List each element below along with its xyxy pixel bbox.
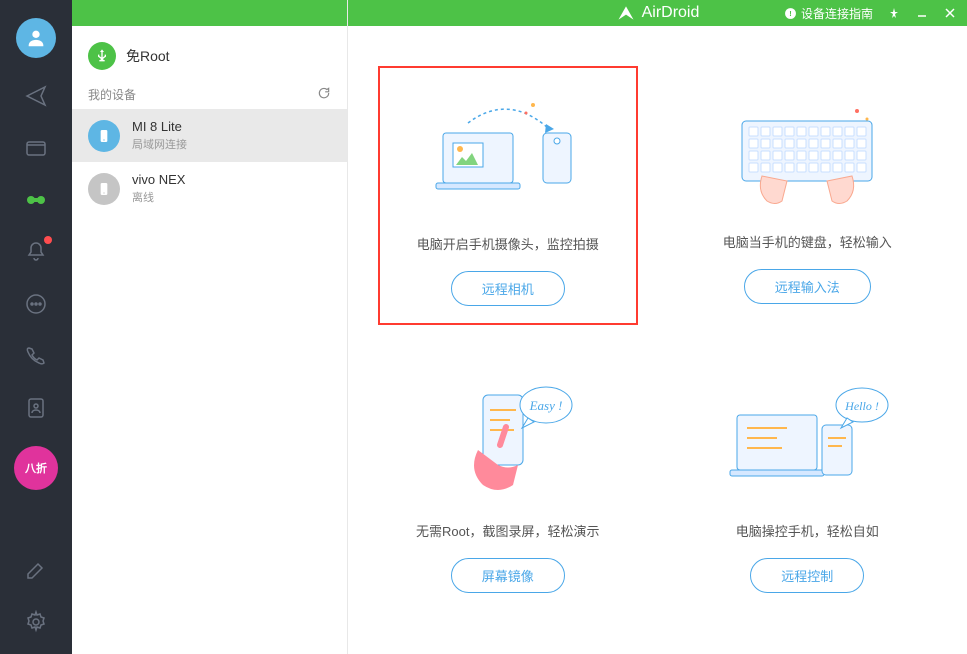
root-header: 免Root	[72, 26, 347, 80]
close-icon	[944, 7, 956, 19]
device-item[interactable]: vivo NEX 离线	[72, 162, 347, 215]
device-list: MI 8 Lite 局域网连接 vivo NEX 离线	[72, 109, 347, 215]
device-status: 离线	[132, 189, 185, 205]
device-name: MI 8 Lite	[132, 119, 187, 134]
info-icon: !	[784, 7, 797, 20]
remote-keyboard-illustration	[717, 81, 897, 211]
remote-camera-illustration	[418, 83, 598, 213]
feature-card: 电脑开启手机摄像头，监控拍摄 远程相机	[378, 66, 638, 325]
feature-illustration	[418, 78, 598, 218]
nav-notifications[interactable]	[22, 238, 50, 266]
feature-description: 电脑开启手机摄像头，监控拍摄	[417, 234, 599, 253]
svg-text:Easy !: Easy !	[528, 398, 562, 413]
device-icon	[88, 173, 120, 205]
svg-text:Hello !: Hello !	[844, 399, 879, 413]
nav-messages[interactable]	[22, 290, 50, 318]
titlebar: AirDroid ! 设备连接指南	[348, 0, 967, 26]
nav-calls[interactable]	[22, 342, 50, 370]
feature-button[interactable]: 远程控制	[750, 558, 864, 593]
panel-titlebar	[72, 0, 347, 26]
brand-name: AirDroid	[642, 4, 700, 22]
binoculars-icon	[24, 188, 48, 212]
feature-description: 电脑当手机的键盘，轻松输入	[723, 232, 892, 251]
feature-description: 无需Root，截图录屏，轻松演示	[416, 521, 599, 540]
avatar[interactable]	[16, 18, 56, 58]
devices-section-header: 我的设备	[72, 80, 347, 109]
phone-icon	[96, 181, 112, 197]
discount-label: 八折	[25, 460, 47, 476]
phone-icon	[24, 344, 48, 368]
feature-button[interactable]: 屏幕镜像	[451, 558, 565, 593]
device-item[interactable]: MI 8 Lite 局域网连接	[72, 109, 347, 162]
refresh-icon	[317, 86, 331, 100]
device-icon	[88, 120, 120, 152]
nav-contacts[interactable]	[22, 394, 50, 422]
feature-illustration	[717, 76, 897, 216]
nav-discover[interactable]	[22, 186, 50, 214]
feature-button[interactable]: 远程相机	[451, 271, 565, 306]
notification-badge	[44, 236, 52, 244]
feature-card: Hello ! 电脑操控手机，轻松自如 远程控制	[678, 355, 938, 614]
minimize-icon	[916, 7, 928, 19]
brand: AirDroid	[616, 3, 700, 23]
device-panel: 免Root 我的设备 MI 8 Lite 局域网连接 vivo NEX 离线	[72, 0, 348, 654]
root-icon	[88, 42, 116, 70]
remote-control-illustration: Hello !	[717, 370, 897, 500]
feature-card: Easy ! 无需Root，截图录屏，轻松演示 屏幕镜像	[378, 355, 638, 614]
nav-edit[interactable]	[22, 556, 50, 584]
nav-send[interactable]	[22, 82, 50, 110]
send-icon	[24, 84, 48, 108]
help-link[interactable]: ! 设备连接指南	[784, 5, 873, 22]
contact-icon	[24, 396, 48, 420]
pin-icon	[888, 7, 900, 19]
minimize-button[interactable]	[915, 6, 929, 20]
message-icon	[24, 292, 48, 316]
nav-files[interactable]	[22, 134, 50, 162]
close-button[interactable]	[943, 6, 957, 20]
edit-icon	[24, 558, 48, 582]
pin-button[interactable]	[887, 6, 901, 20]
feature-illustration: Easy !	[418, 365, 598, 505]
nav-discount-badge[interactable]: 八折	[14, 446, 58, 490]
feature-button[interactable]: 远程输入法	[744, 269, 871, 304]
usb-icon	[94, 48, 110, 64]
section-label: 我的设备	[88, 86, 136, 103]
main-content: AirDroid ! 设备连接指南	[348, 0, 967, 654]
root-label: 免Root	[126, 46, 170, 66]
user-icon	[25, 27, 47, 49]
help-text: 设备连接指南	[801, 5, 873, 22]
feature-description: 电脑操控手机，轻松自如	[736, 521, 879, 540]
features-grid: 电脑开启手机摄像头，监控拍摄 远程相机 电脑当手机的键盘，轻松输入 远程输入法 …	[348, 26, 967, 654]
nav-rail: 八折	[0, 0, 72, 654]
screen-mirror-illustration: Easy !	[418, 370, 598, 500]
window-controls: ! 设备连接指南	[784, 5, 957, 22]
bell-icon	[24, 240, 48, 264]
feature-card: 电脑当手机的键盘，轻松输入 远程输入法	[678, 66, 938, 325]
device-status: 局域网连接	[132, 136, 187, 152]
phone-icon	[96, 128, 112, 144]
folder-icon	[24, 136, 48, 160]
svg-text:!: !	[789, 9, 792, 18]
device-name: vivo NEX	[132, 172, 185, 187]
brand-logo-icon	[616, 3, 636, 23]
feature-illustration: Hello !	[717, 365, 897, 505]
nav-settings[interactable]	[22, 608, 50, 636]
gear-icon	[24, 610, 48, 634]
refresh-button[interactable]	[317, 86, 331, 103]
